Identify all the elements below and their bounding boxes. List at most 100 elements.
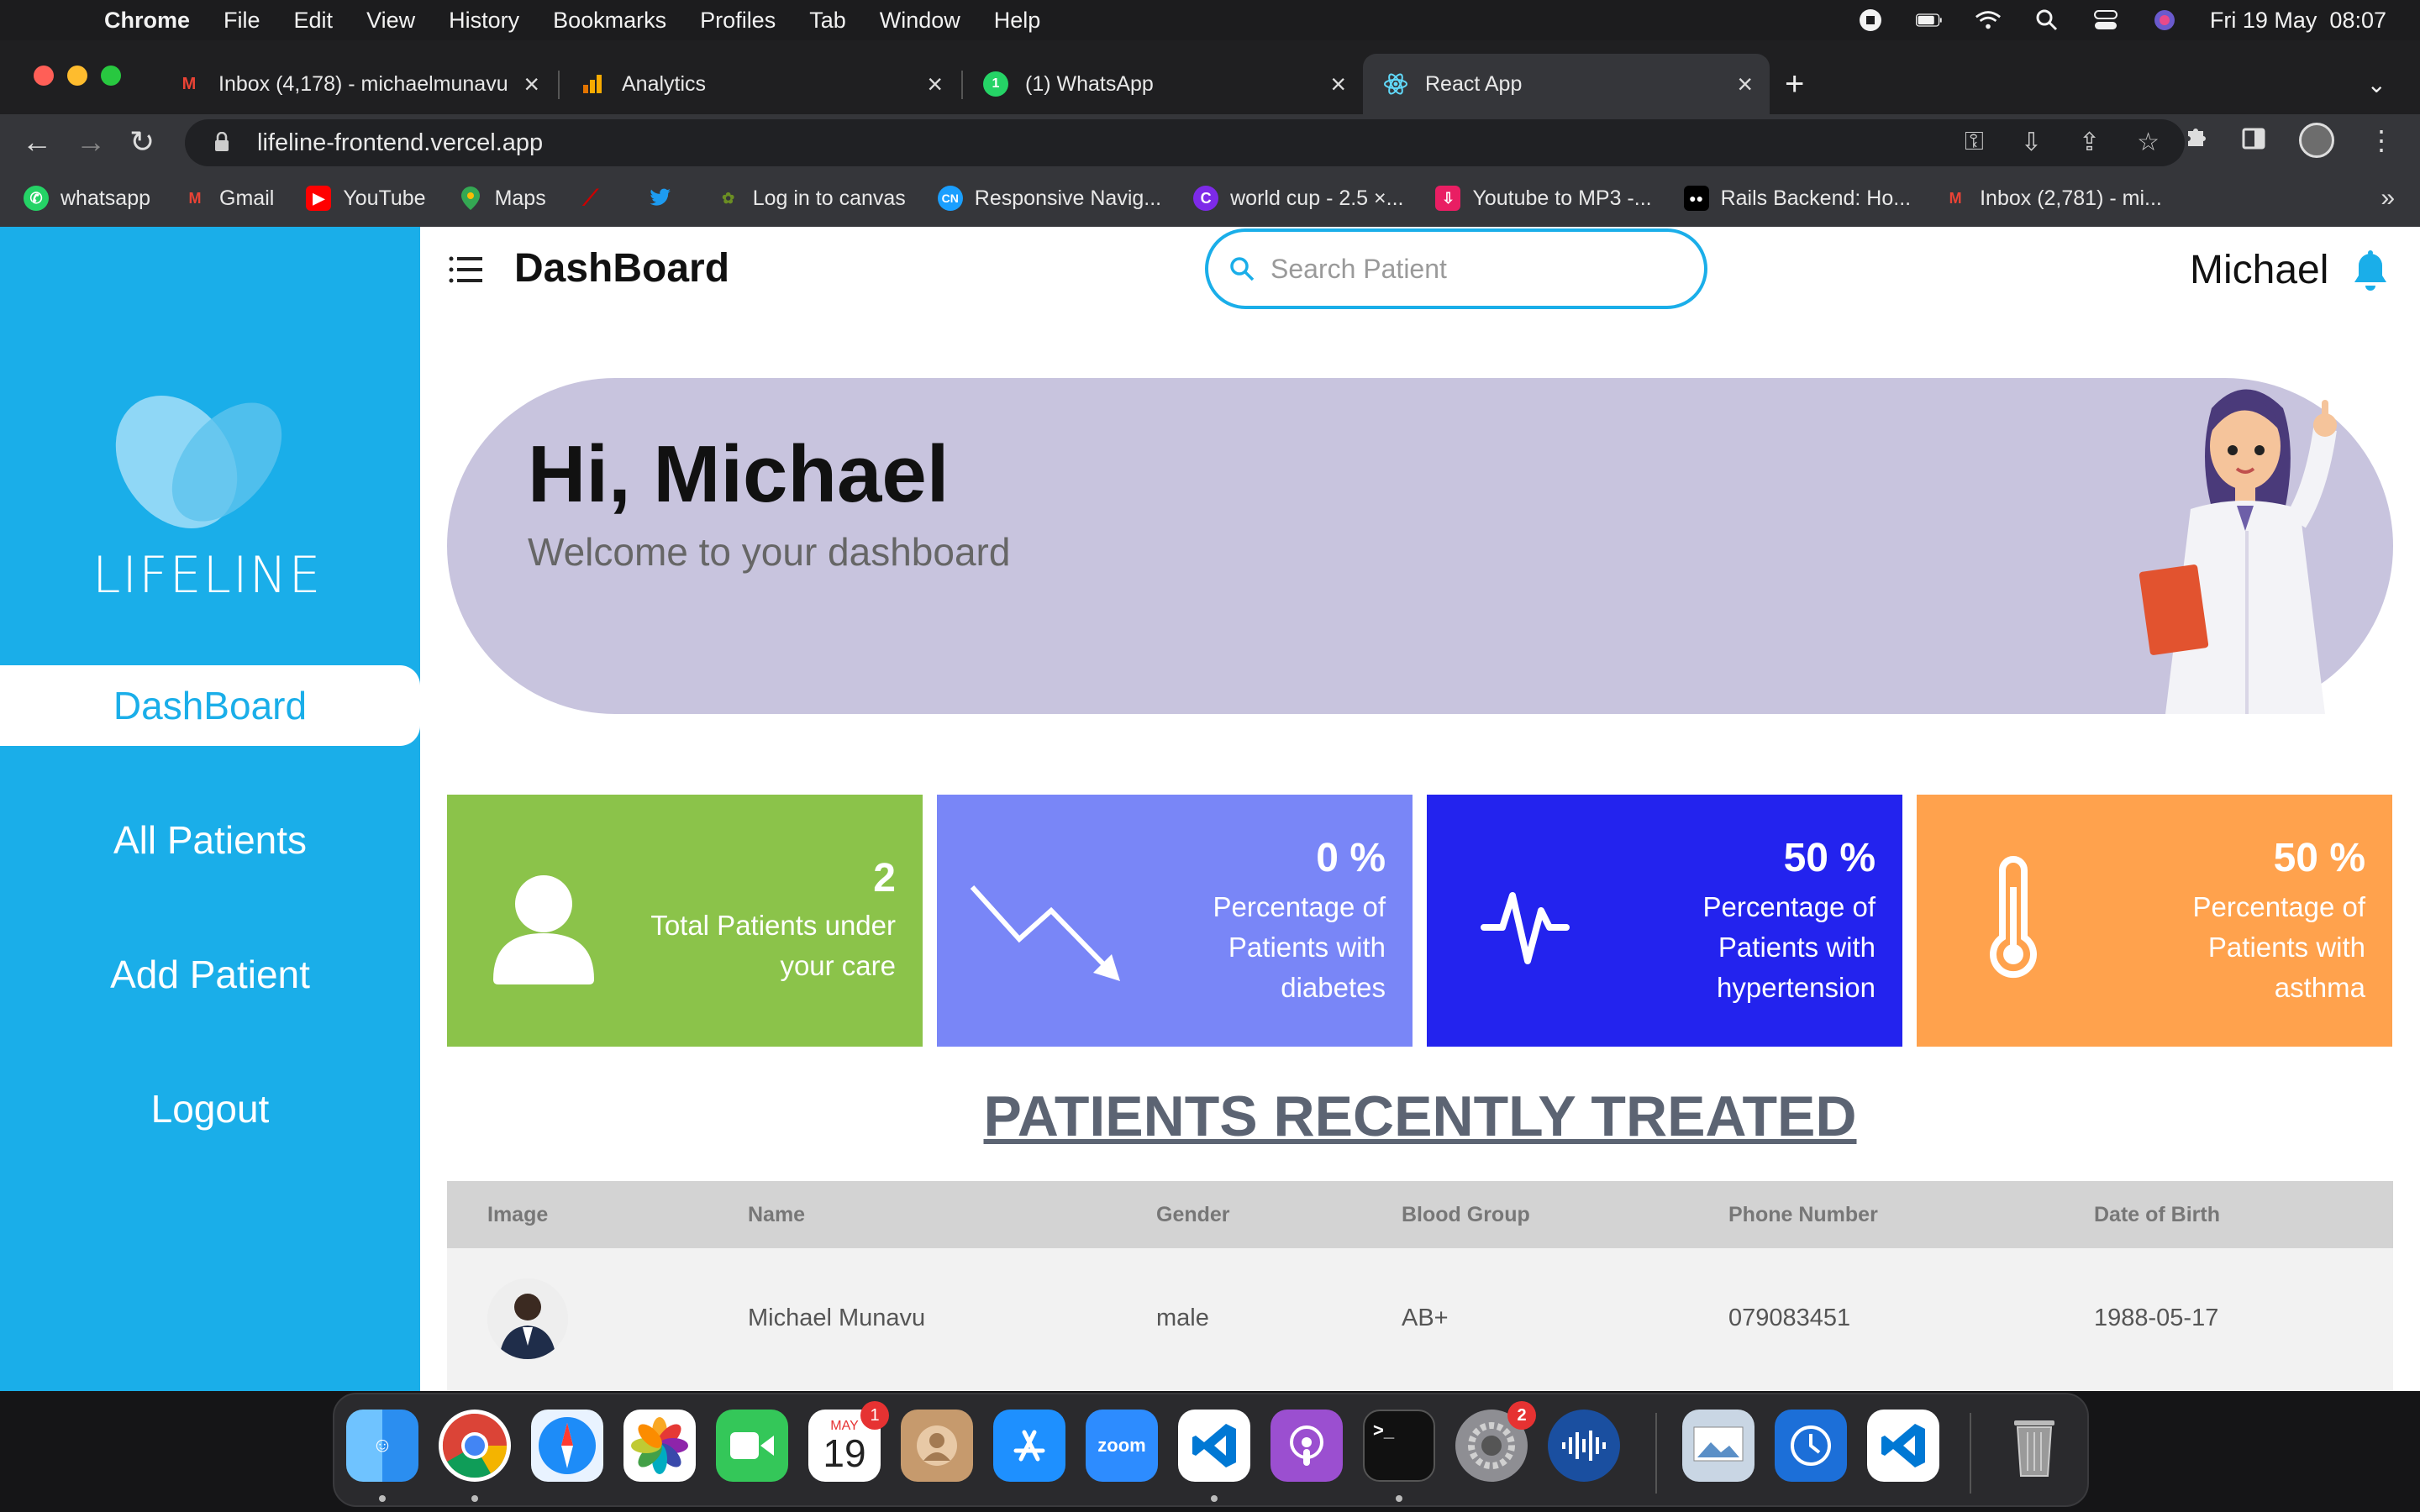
column-header-gender[interactable]: Gender	[1156, 1181, 1230, 1248]
terminal-icon[interactable]: >_	[1363, 1410, 1435, 1482]
vscode-icon[interactable]	[1178, 1410, 1250, 1482]
extensions-puzzle-icon[interactable]	[2183, 124, 2208, 156]
hamburger-menu-icon[interactable]	[449, 255, 482, 284]
bookmark-whatsapp[interactable]: ✆ whatsapp	[24, 186, 150, 211]
stat-card-total-patients[interactable]: 2 Total Patients under your care	[447, 795, 923, 1047]
spotlight-search-icon[interactable]	[2033, 8, 2060, 32]
menu-window[interactable]: Window	[880, 8, 960, 34]
user-name[interactable]: Michael	[2190, 247, 2328, 293]
sidebar-item-dashboard[interactable]: DashBoard	[0, 665, 420, 746]
preview-icon[interactable]	[1682, 1410, 1754, 1482]
profile-avatar[interactable]	[2299, 123, 2334, 158]
audio-waveform-app-icon[interactable]	[1548, 1410, 1620, 1482]
menubar-datetime[interactable]: Fri 19 May 08:07	[2210, 8, 2386, 34]
reload-icon[interactable]: ↻	[129, 124, 155, 160]
photos-icon[interactable]	[623, 1410, 696, 1482]
table-row[interactable]: Michael Munavu male AB+ 079083451 1988-0…	[447, 1248, 2393, 1391]
contacts-icon[interactable]	[901, 1410, 973, 1482]
close-tab-icon[interactable]: ×	[1330, 69, 1346, 100]
bookmark-youtube-mp3[interactable]: ⇩ Youtube to MP3 -...	[1435, 186, 1652, 211]
close-window-button[interactable]	[34, 66, 54, 86]
tab-whatsapp[interactable]: 1 (1) WhatsApp ×	[963, 54, 1363, 114]
screen-record-icon[interactable]	[1857, 8, 1884, 32]
forward-arrow-icon[interactable]: →	[76, 124, 106, 160]
install-app-icon[interactable]: ⇩	[2021, 128, 2042, 157]
bookmark-maps[interactable]: Maps	[458, 186, 546, 211]
tab-react-app[interactable]: React App ×	[1363, 54, 1770, 114]
stat-card-hypertension[interactable]: 50 % Percentage of Patients with hyperte…	[1427, 795, 1902, 1047]
facetime-icon[interactable]	[716, 1410, 788, 1482]
search-patient-input[interactable]	[1270, 253, 1674, 285]
control-center-icon[interactable]	[2092, 8, 2119, 32]
vscode-secondary-icon[interactable]	[1867, 1410, 1939, 1482]
close-tab-icon[interactable]: ×	[1737, 69, 1753, 100]
wifi-icon[interactable]	[1975, 8, 2002, 32]
bookmark-twitter[interactable]	[647, 186, 684, 211]
side-panel-icon[interactable]	[2242, 125, 2265, 156]
close-tab-icon[interactable]: ×	[523, 69, 539, 100]
sidebar-item-logout[interactable]: Logout	[0, 1068, 420, 1149]
system-settings-gear-icon[interactable]: 2	[1455, 1401, 1536, 1482]
bookmark-responsive-nav[interactable]: CN Responsive Navig...	[937, 186, 1161, 211]
safari-icon[interactable]	[531, 1410, 603, 1482]
screen-time-icon[interactable]	[1775, 1410, 1847, 1482]
siri-icon[interactable]	[2151, 8, 2178, 32]
back-arrow-icon[interactable]: ←	[22, 124, 52, 160]
tab-title: (1) WhatsApp	[1025, 71, 1154, 96]
zoom-icon[interactable]: zoom	[1086, 1410, 1158, 1482]
chrome-menu-icon[interactable]: ⋮	[2368, 124, 2395, 156]
more-bookmarks-icon[interactable]: »	[2381, 184, 2395, 213]
new-tab-button[interactable]: +	[1785, 66, 1804, 103]
tab-gmail-inbox[interactable]: M Inbox (4,178) - michaelmunavu ×	[156, 54, 556, 114]
bookmark-rails[interactable]: ⟋	[578, 185, 615, 211]
bookmark-gmail[interactable]: M Gmail	[182, 186, 275, 211]
finder-icon[interactable]: ☺	[346, 1410, 418, 1482]
calendar-icon[interactable]: MAY 19 1	[808, 1401, 889, 1482]
share-icon[interactable]: ⇪	[2079, 128, 2100, 157]
menu-tab[interactable]: Tab	[809, 8, 846, 34]
url-text[interactable]: lifeline-frontend.vercel.app	[257, 129, 543, 157]
patient-gender: male	[1156, 1305, 1209, 1331]
sidebar-item-all-patients[interactable]: All Patients	[0, 800, 420, 880]
column-header-blood-group[interactable]: Blood Group	[1402, 1181, 1530, 1248]
sidebar-item-add-patient[interactable]: Add Patient	[0, 934, 420, 1015]
column-header-dob[interactable]: Date of Birth	[2094, 1181, 2220, 1248]
tab-search-chevron-icon[interactable]: ⌄	[2367, 71, 2386, 98]
menu-profiles[interactable]: Profiles	[700, 8, 776, 34]
zoom-window-button[interactable]	[101, 66, 121, 86]
bookmark-world-cup[interactable]: C world cup - 2.5 ×...	[1193, 186, 1403, 211]
lock-icon[interactable]	[213, 131, 232, 154]
menu-app-name[interactable]: Chrome	[104, 8, 190, 34]
youtube-icon: ▶	[306, 186, 332, 211]
trash-icon[interactable]	[1998, 1410, 2070, 1482]
tab-title: React App	[1425, 71, 1523, 96]
close-tab-icon[interactable]: ×	[927, 69, 943, 100]
notification-bell-icon[interactable]	[2351, 250, 2390, 292]
search-icon	[1230, 257, 1255, 281]
key-icon[interactable]: ⚿	[1965, 128, 1984, 157]
stat-card-asthma[interactable]: 50 % Percentage of Patients with asthma	[1917, 795, 2392, 1047]
stat-card-diabetes[interactable]: 0 % Percentage of Patients with diabetes	[937, 795, 1413, 1047]
column-header-image[interactable]: Image	[487, 1181, 548, 1248]
menu-file[interactable]: File	[224, 8, 260, 34]
menu-view[interactable]: View	[366, 8, 415, 34]
menu-help[interactable]: Help	[994, 8, 1041, 34]
menu-edit[interactable]: Edit	[294, 8, 334, 34]
bookmark-canvas[interactable]: ✿ Log in to canvas	[716, 186, 906, 211]
address-bar[interactable]: lifeline-frontend.vercel.app ⚿ ⇩ ⇪ ☆	[185, 119, 2185, 166]
menu-bookmarks[interactable]: Bookmarks	[553, 8, 666, 34]
bookmark-rails-backend[interactable]: ●● Rails Backend: Ho...	[1683, 186, 1911, 211]
menu-history[interactable]: History	[449, 8, 519, 34]
bookmark-star-icon[interactable]: ☆	[2137, 128, 2160, 157]
bookmark-youtube[interactable]: ▶ YouTube	[306, 186, 426, 211]
chrome-icon[interactable]	[439, 1410, 511, 1482]
column-header-phone[interactable]: Phone Number	[1728, 1181, 1878, 1248]
app-store-icon[interactable]	[993, 1410, 1065, 1482]
podcasts-icon[interactable]	[1270, 1410, 1343, 1482]
minimize-window-button[interactable]	[67, 66, 87, 86]
column-header-name[interactable]: Name	[748, 1181, 805, 1248]
gmail-icon: M	[188, 189, 202, 207]
bookmark-gmail-inbox[interactable]: M Inbox (2,781) - mi...	[1943, 186, 2162, 211]
tab-analytics[interactable]: Analytics ×	[560, 54, 960, 114]
battery-icon[interactable]	[1915, 8, 1943, 32]
